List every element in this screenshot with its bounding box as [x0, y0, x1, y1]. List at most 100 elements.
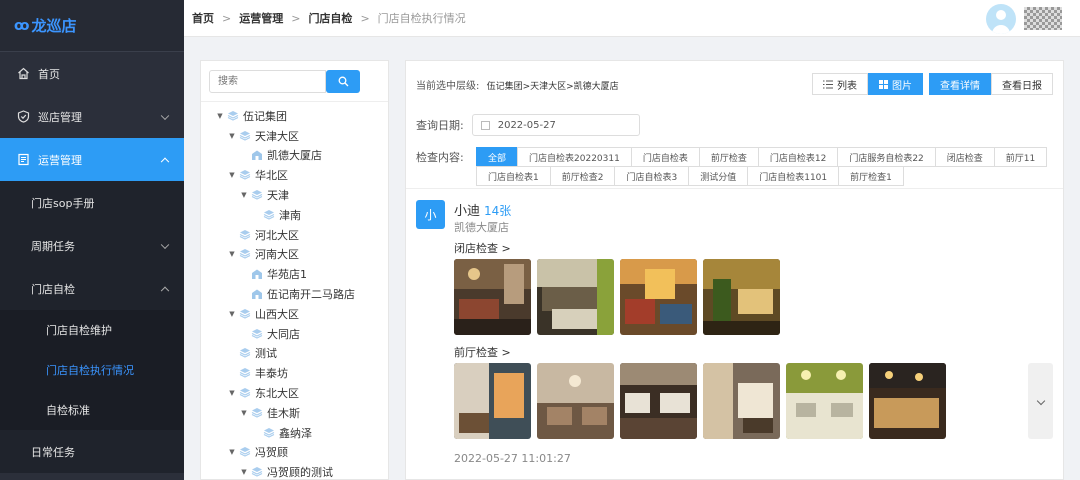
caret-down-icon[interactable]: ▼ [227, 310, 237, 318]
tree-node[interactable]: ▼ 天津大区 [201, 126, 388, 146]
tree-node[interactable]: 丰泰坊 [201, 363, 388, 383]
sidebar-item-daily-task[interactable]: 日常任务 [0, 430, 184, 473]
filter-tag[interactable]: 门店自检表12 [757, 147, 839, 167]
app-logo[interactable]: ꝏ 龙巡店 [0, 0, 184, 52]
sidebar-item-store-patrol[interactable]: 巡店管理 [0, 95, 184, 138]
filter-tag[interactable]: 测试分值 [688, 166, 749, 186]
tree-node[interactable]: 凯德大厦店 [201, 146, 388, 166]
photo-thumbnail[interactable] [620, 259, 697, 335]
query-date-picker[interactable]: 2022-05-27 [471, 114, 640, 136]
photo-thumbnail[interactable] [620, 363, 697, 439]
list-icon [823, 79, 833, 89]
tree-node[interactable]: ▼ 华北区 [201, 165, 388, 185]
tree-node[interactable]: 伍记南开二马路店 [201, 284, 388, 304]
photo-thumbnail[interactable] [537, 259, 614, 335]
breadcrumb: 首页 > 运营管理 > 门店自检 > 门店自检执行情况 [192, 10, 466, 26]
caret-down-icon[interactable]: ▼ [227, 448, 237, 456]
cube-icon [239, 367, 251, 379]
cube-icon [263, 209, 275, 221]
image-view-button[interactable]: 图片 [868, 73, 923, 95]
list-view-button[interactable]: 列表 [812, 73, 868, 95]
tree-node[interactable]: ▼ 山西大区 [201, 304, 388, 324]
cube-icon [239, 229, 251, 241]
user-avatar[interactable] [986, 4, 1016, 34]
chevron-down-icon [1036, 396, 1045, 406]
filter-tag[interactable]: 门店自检表20220311 [517, 147, 632, 167]
sidebar-item-sop-manual[interactable]: 门店sop手册 [0, 181, 184, 224]
check-content-label: 检查内容: [416, 151, 464, 164]
tree-node[interactable]: 津南 [201, 205, 388, 225]
caret-down-icon[interactable]: ▼ [227, 389, 237, 397]
tree-node-label: 河北大区 [255, 228, 299, 242]
caret-down-icon[interactable]: ▼ [215, 112, 225, 120]
breadcrumb-item-self-check[interactable]: 门店自检 [308, 10, 352, 26]
section-title-closing-check[interactable]: 闭店检查 > [454, 240, 511, 256]
top-header: 首页 > 运营管理 > 门店自检 > 门店自检执行情况 [184, 0, 1080, 37]
filter-tag[interactable]: 门店服务自检表22 [837, 147, 936, 167]
view-daily-report-button[interactable]: 查看日报 [991, 73, 1053, 95]
filter-tag[interactable]: 门店自检表1101 [747, 166, 840, 186]
sidebar-item-self-check-standard[interactable]: 自检标准 [0, 390, 184, 430]
caret-down-icon[interactable]: ▼ [239, 409, 249, 417]
tree-node[interactable]: 河北大区 [201, 225, 388, 245]
photo-thumbnail[interactable] [703, 259, 780, 335]
photo-row-closing-check [454, 259, 786, 335]
filter-tag[interactable]: 前厅检查2 [549, 166, 616, 186]
tree-node[interactable]: 测试 [201, 344, 388, 364]
filter-tag[interactable]: 闭店检查 [934, 147, 995, 167]
photo-thumbnail[interactable] [454, 363, 531, 439]
tree-node[interactable]: ▼ 东北大区 [201, 383, 388, 403]
tree-node[interactable]: 大同店 [201, 324, 388, 344]
filter-tag[interactable]: 门店自检表1 [476, 166, 551, 186]
logo-mark-icon: ꝏ [14, 17, 30, 34]
cube-icon [239, 169, 251, 181]
tree-node-label: 华苑店1 [267, 268, 307, 282]
section-title-front-hall-check[interactable]: 前厅检查 > [454, 344, 511, 360]
user-name-masked[interactable] [1024, 7, 1062, 30]
tree-node[interactable]: ▼ 佳木斯 [201, 403, 388, 423]
filter-tag[interactable]: 门店自检表3 [614, 166, 690, 186]
org-tree: ▼ 伍记集团 ▼ 天津大区 凯德大厦店 ▼ 华北区 ▼ 天津 津南 河北大区 ▼ 河南大区 华苑店1 伍记南… [201, 102, 388, 479]
photo-thumbnail[interactable] [537, 363, 614, 439]
photo-thumbnail[interactable] [703, 363, 780, 439]
caret-down-icon[interactable]: ▼ [227, 132, 237, 140]
sidebar-item-operations[interactable]: 运营管理 [0, 138, 184, 181]
tree-node[interactable]: ▼ 冯贺顾 [201, 443, 388, 463]
sidebar-item-label: 自检标准 [46, 404, 90, 417]
caret-down-icon[interactable]: ▼ [227, 250, 237, 258]
sidebar-item-home[interactable]: 首页 [0, 52, 184, 95]
record-photo-count[interactable]: 14张 [484, 204, 511, 218]
tree-node[interactable]: ▼ 伍记集团 [201, 106, 388, 126]
tree-node-label: 津南 [279, 208, 301, 222]
sidebar-item-self-check-execution[interactable]: 门店自检执行情况 [0, 350, 184, 390]
sidebar-item-self-check-maintenance[interactable]: 门店自检维护 [0, 310, 184, 350]
tree-node[interactable]: ▼ 天津 [201, 185, 388, 205]
sidebar-item-periodic-task[interactable]: 周期任务 [0, 224, 184, 267]
tree-node[interactable]: ▼ 冯贺顾的测试 [201, 462, 388, 479]
caret-down-icon[interactable]: ▼ [239, 468, 249, 476]
record-user-name: 小迪 [454, 204, 481, 219]
tree-node[interactable]: 鑫纳泽 [201, 423, 388, 443]
view-detail-button[interactable]: 查看详情 [929, 73, 991, 95]
scroll-down-button[interactable] [1028, 363, 1053, 439]
filter-tag[interactable]: 全部 [476, 147, 519, 167]
tree-node[interactable]: ▼ 河南大区 [201, 245, 388, 265]
filter-tag[interactable]: 前厅检查1 [838, 166, 904, 186]
filter-tag[interactable]: 前厅11 [993, 147, 1048, 167]
breadcrumb-item-operations[interactable]: 运营管理 [239, 10, 283, 26]
cube-icon [239, 248, 251, 260]
tree-search-button[interactable] [326, 70, 360, 93]
photo-thumbnail[interactable] [454, 259, 531, 335]
breadcrumb-item-home[interactable]: 首页 [192, 10, 214, 26]
filter-tag[interactable]: 前厅检查 [698, 147, 759, 167]
caret-down-icon[interactable]: ▼ [239, 191, 249, 199]
tree-node-label: 天津大区 [255, 129, 299, 143]
tree-search-input[interactable] [209, 70, 326, 93]
photo-thumbnail[interactable] [786, 363, 863, 439]
sidebar-item-label: 运营管理 [38, 153, 82, 167]
sidebar-item-self-check[interactable]: 门店自检 [0, 267, 184, 310]
photo-thumbnail[interactable] [869, 363, 946, 439]
tree-node[interactable]: 华苑店1 [201, 264, 388, 284]
filter-tag[interactable]: 门店自检表 [630, 147, 700, 167]
caret-down-icon[interactable]: ▼ [227, 171, 237, 179]
